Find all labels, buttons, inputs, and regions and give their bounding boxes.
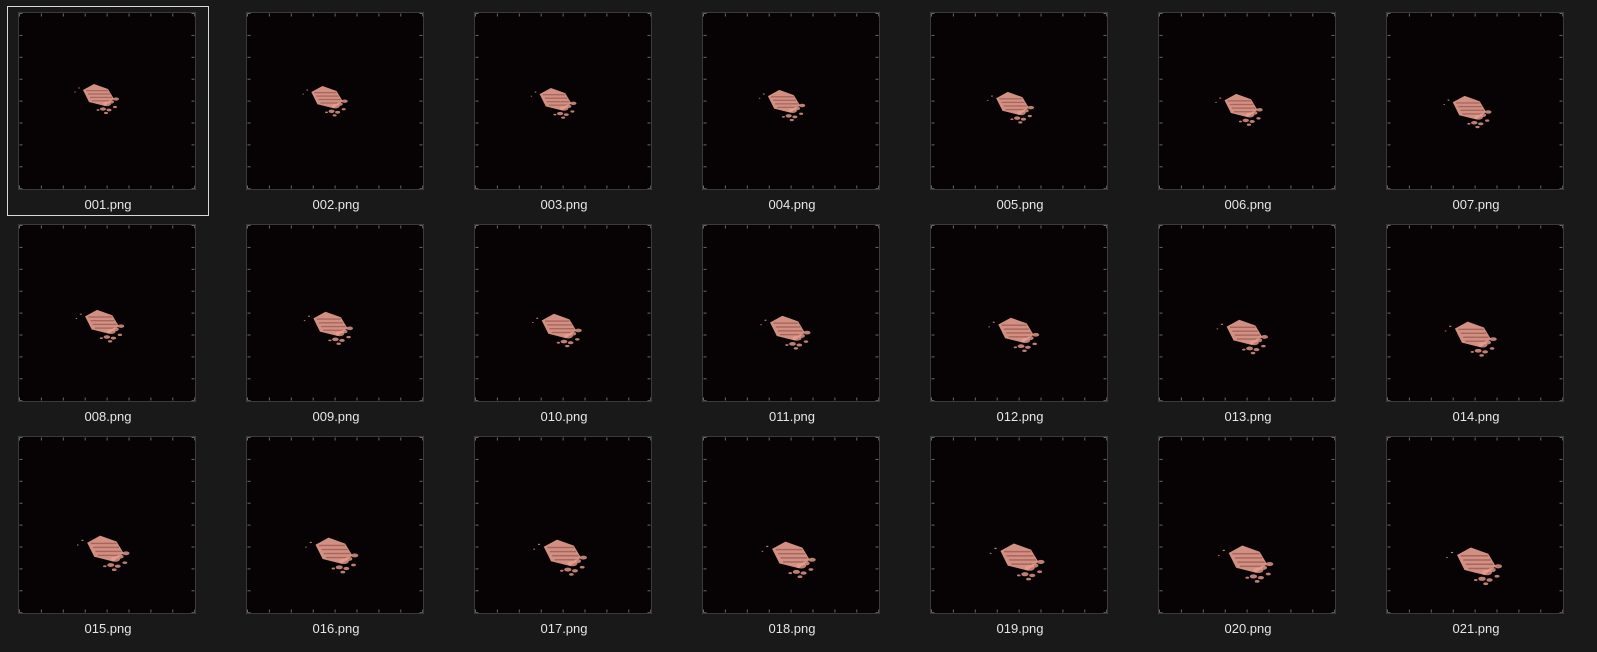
file-name-label: 013.png: [1224, 409, 1272, 424]
file-name-label: 008.png: [84, 409, 132, 424]
file-name-label: 010.png: [540, 409, 588, 424]
file-name-label: 018.png: [768, 621, 816, 636]
file-thumbnail[interactable]: 005.png: [919, 6, 1121, 216]
thumbnail-image: [930, 12, 1108, 190]
file-thumbnail[interactable]: 011.png: [691, 218, 893, 428]
file-name-label: 019.png: [996, 621, 1044, 636]
thumbnail-image: [702, 224, 880, 402]
thumbnail-image: [702, 12, 880, 190]
thumbnail-image: [1386, 436, 1564, 614]
thumbnail-image: [930, 224, 1108, 402]
file-thumbnail[interactable]: 012.png: [919, 218, 1121, 428]
file-thumbnail[interactable]: 009.png: [235, 218, 437, 428]
file-thumbnail[interactable]: 014.png: [1375, 218, 1577, 428]
thumbnail-image: [930, 436, 1108, 614]
file-thumbnail[interactable]: 019.png: [919, 430, 1121, 640]
file-name-label: 012.png: [996, 409, 1044, 424]
thumbnail-image: [1158, 436, 1336, 614]
file-thumbnail[interactable]: 004.png: [691, 6, 893, 216]
file-name-label: 004.png: [768, 197, 816, 212]
file-name-label: 009.png: [312, 409, 360, 424]
thumbnail-image: [246, 436, 424, 614]
file-name-label: 003.png: [540, 197, 588, 212]
thumbnail-image: [18, 224, 196, 402]
file-thumbnail[interactable]: 003.png: [463, 6, 665, 216]
file-name-label: 002.png: [312, 197, 360, 212]
thumbnail-image: [1386, 224, 1564, 402]
thumbnail-image: [18, 436, 196, 614]
file-thumbnail[interactable]: 016.png: [235, 430, 437, 640]
thumbnail-image: [474, 224, 652, 402]
thumbnail-image: [474, 12, 652, 190]
thumbnail-image: [1158, 12, 1336, 190]
file-name-label: 006.png: [1224, 197, 1272, 212]
file-name-label: 014.png: [1452, 409, 1500, 424]
thumbnail-image: [702, 436, 880, 614]
file-name-label: 007.png: [1452, 197, 1500, 212]
file-thumbnail[interactable]: 015.png: [7, 430, 209, 640]
thumbnail-image: [1158, 224, 1336, 402]
file-thumbnail[interactable]: 013.png: [1147, 218, 1349, 428]
file-name-label: 020.png: [1224, 621, 1272, 636]
file-thumbnail-grid: 001.png 002.png 003.png 004.png 005.png 006.p…: [0, 0, 1597, 652]
file-name-label: 005.png: [996, 197, 1044, 212]
thumbnail-image: [1386, 12, 1564, 190]
thumbnail-image: [246, 12, 424, 190]
file-name-label: 015.png: [84, 621, 132, 636]
file-name-label: 016.png: [312, 621, 360, 636]
file-thumbnail[interactable]: 010.png: [463, 218, 665, 428]
file-thumbnail[interactable]: 001.png: [7, 6, 209, 216]
file-thumbnail[interactable]: 017.png: [463, 430, 665, 640]
thumbnail-image: [246, 224, 424, 402]
thumbnail-image: [474, 436, 652, 614]
file-name-label: 017.png: [540, 621, 588, 636]
file-thumbnail[interactable]: 008.png: [7, 218, 209, 428]
thumbnail-image: [18, 12, 196, 190]
file-thumbnail[interactable]: 021.png: [1375, 430, 1577, 640]
file-name-label: 011.png: [768, 409, 816, 424]
file-thumbnail[interactable]: 007.png: [1375, 6, 1577, 216]
file-thumbnail[interactable]: 020.png: [1147, 430, 1349, 640]
file-thumbnail[interactable]: 018.png: [691, 430, 893, 640]
file-thumbnail[interactable]: 006.png: [1147, 6, 1349, 216]
file-name-label: 021.png: [1452, 621, 1500, 636]
file-name-label: 001.png: [84, 197, 132, 212]
file-thumbnail[interactable]: 002.png: [235, 6, 437, 216]
